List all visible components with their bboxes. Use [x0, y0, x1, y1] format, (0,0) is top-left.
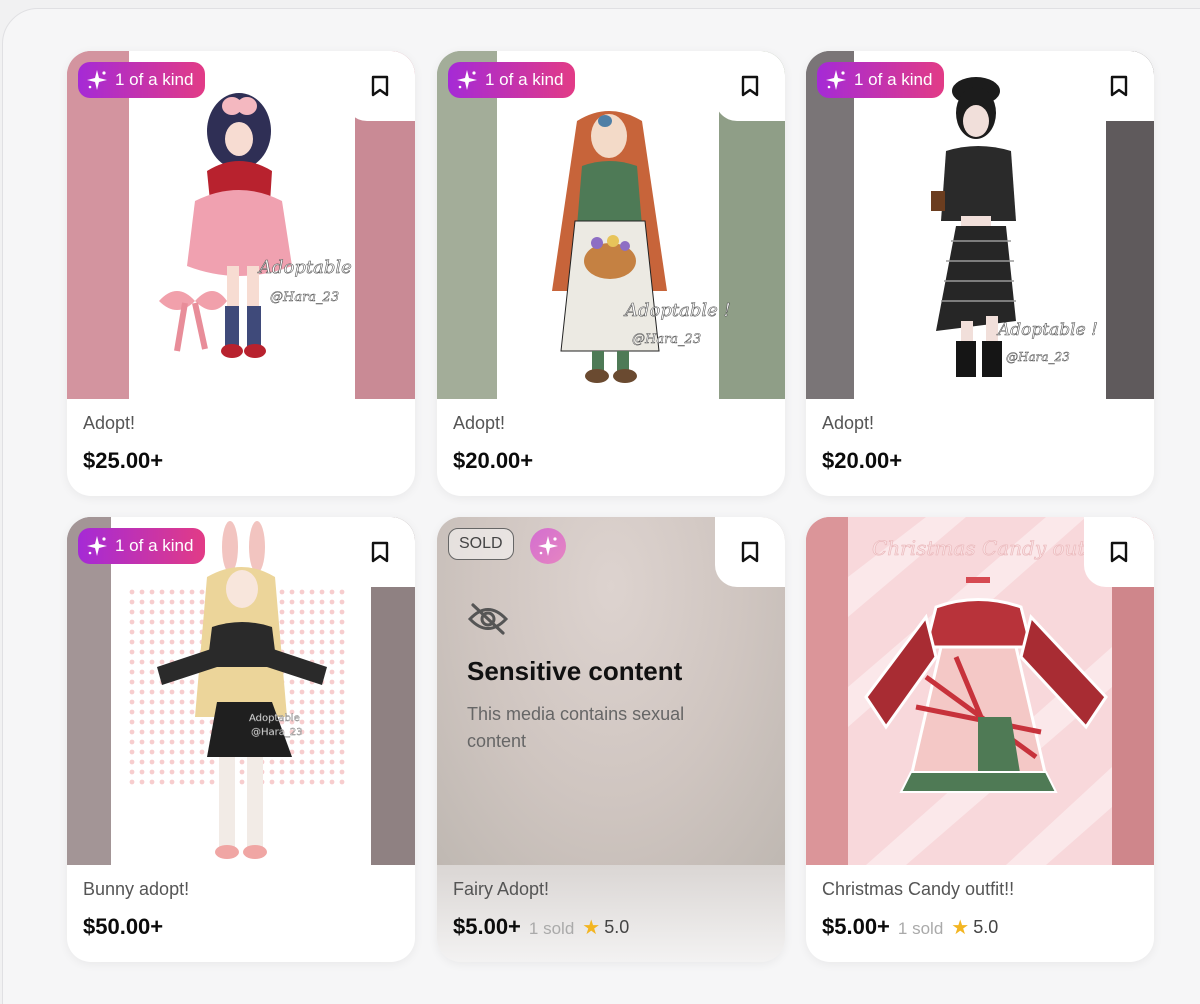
rating: ★ 5.0: [582, 915, 629, 940]
listing-price: $50.00+: [83, 914, 164, 939]
svg-text:Adoptable: Adoptable: [257, 257, 352, 278]
listing-title[interactable]: Adopt!: [83, 413, 399, 434]
listing-price: $25.00+: [83, 448, 164, 473]
svg-text:Adoptable: Adoptable: [249, 713, 300, 724]
sparkle-icon: [87, 536, 107, 556]
listing-title[interactable]: Adopt!: [822, 413, 1138, 434]
star-icon: ★: [951, 917, 970, 939]
listing-title[interactable]: Bunny adopt!: [83, 879, 399, 900]
sold-count: 1 sold: [897, 919, 944, 938]
listing-card[interactable]: Sensitive content This media contains se…: [437, 517, 785, 962]
svg-text:Adoptable !: Adoptable !: [623, 300, 731, 321]
listing-price: $20.00+: [822, 448, 903, 473]
listing-price: $5.00+: [453, 914, 521, 939]
save-button[interactable]: [715, 517, 785, 587]
one-of-a-kind-badge: 1 of a kind: [78, 528, 206, 564]
listing-card[interactable]: Christmas Candy outfit Christmas Candy o…: [806, 517, 1154, 962]
listing-title[interactable]: Fairy Adopt!: [453, 879, 769, 900]
sold-badge: SOLD: [448, 528, 514, 560]
sensitive-content-description: This media contains sexual content: [467, 704, 685, 751]
sparkle-icon: [87, 70, 107, 90]
sparkle-icon: [457, 70, 477, 90]
bookmark-icon: [371, 541, 389, 563]
bookmark-icon: [1110, 75, 1128, 97]
listing-card[interactable]: Adoptable @Hara_23 1 of a kind Adopt! $2…: [67, 51, 415, 496]
save-button[interactable]: [345, 51, 415, 121]
sparkle-icon: [826, 70, 846, 90]
badge-label: 1 of a kind: [854, 70, 933, 89]
rating-value: 5.0: [604, 917, 630, 937]
badge-label: 1 of a kind: [115, 70, 194, 89]
save-button[interactable]: [345, 517, 415, 587]
one-of-a-kind-indicator: [530, 528, 566, 564]
sold-count: 1 sold: [528, 919, 575, 938]
svg-text:Adoptable !: Adoptable !: [996, 320, 1098, 340]
eye-off-icon: [467, 603, 509, 635]
save-button[interactable]: [715, 51, 785, 121]
listing-card[interactable]: Adoptable @Hara_23 1 of a kind Bunny ado…: [67, 517, 415, 962]
sparkle-icon: [538, 536, 558, 556]
save-button[interactable]: [1084, 517, 1154, 587]
listing-card[interactable]: Adoptable ! @Hara_23 1 of a kind Adopt! …: [806, 51, 1154, 496]
rating: ★ 5.0: [951, 915, 998, 940]
listing-card[interactable]: Adoptable ! @Hara_23 1 of a kind Adopt! …: [437, 51, 785, 496]
rating-value: 5.0: [973, 917, 999, 937]
one-of-a-kind-badge: 1 of a kind: [817, 62, 945, 98]
listing-price: $20.00+: [453, 448, 534, 473]
sensitive-content-heading: Sensitive content: [467, 656, 683, 686]
one-of-a-kind-badge: 1 of a kind: [448, 62, 576, 98]
listing-title[interactable]: Christmas Candy outfit!!: [822, 879, 1138, 900]
bookmark-icon: [741, 541, 759, 563]
star-icon: ★: [582, 917, 601, 939]
one-of-a-kind-badge: 1 of a kind: [78, 62, 206, 98]
bookmark-icon: [741, 75, 759, 97]
bookmark-icon: [371, 75, 389, 97]
svg-text:@Hara_23: @Hara_23: [632, 332, 701, 347]
listing-price: $5.00+: [822, 914, 890, 939]
svg-text:@Hara_23: @Hara_23: [270, 290, 339, 305]
bookmark-icon: [1110, 541, 1128, 563]
badge-label: 1 of a kind: [485, 70, 564, 89]
image-caption: Christmas Candy outfit: [872, 536, 1108, 560]
svg-text:@Hara_23: @Hara_23: [1006, 350, 1070, 364]
save-button[interactable]: [1084, 51, 1154, 121]
svg-text:@Hara_23: @Hara_23: [251, 727, 303, 738]
badge-label: 1 of a kind: [115, 536, 194, 555]
listing-title[interactable]: Adopt!: [453, 413, 769, 434]
